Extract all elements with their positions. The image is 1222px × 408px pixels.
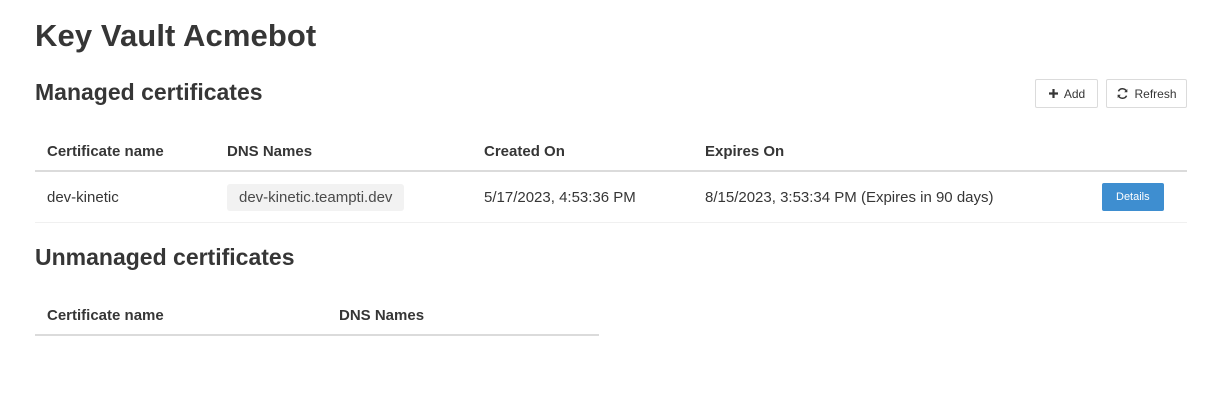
managed-certificates-table: Certificate name DNS Names Created On Ex… bbox=[35, 132, 1187, 223]
column-header-dns-names: DNS Names bbox=[215, 132, 472, 172]
column-header-certificate-name: Certificate name bbox=[35, 132, 215, 172]
add-button[interactable]: Add bbox=[1035, 79, 1098, 108]
refresh-button[interactable]: Refresh bbox=[1106, 79, 1187, 108]
certificate-name-cell: dev-kinetic bbox=[35, 171, 215, 223]
created-on-cell: 5/17/2023, 4:53:36 PM bbox=[472, 171, 693, 223]
unmanaged-certificates-table: Certificate name DNS Names bbox=[35, 296, 599, 336]
plus-icon bbox=[1048, 88, 1059, 99]
column-header-created-on: Created On bbox=[472, 132, 693, 172]
actions-cell: Details bbox=[1082, 171, 1187, 223]
page-title: Key Vault Acmebot bbox=[35, 18, 317, 53]
column-header-actions bbox=[1082, 132, 1187, 172]
managed-certificates-title: Managed certificates bbox=[35, 79, 263, 105]
column-header-certificate-name: Certificate name bbox=[35, 296, 327, 336]
page: Key Vault Acmebot Managed certificates A… bbox=[0, 0, 1222, 408]
table-header-row: Certificate name DNS Names Created On Ex… bbox=[35, 132, 1187, 172]
refresh-button-label: Refresh bbox=[1134, 86, 1177, 101]
unmanaged-certificates-title: Unmanaged certificates bbox=[35, 244, 295, 270]
refresh-icon bbox=[1116, 87, 1129, 100]
table-row: dev-kinetic dev-kinetic.teampti.dev 5/17… bbox=[35, 171, 1187, 223]
add-button-label: Add bbox=[1063, 86, 1086, 101]
details-button[interactable]: Details bbox=[1102, 183, 1164, 211]
table-header-row: Certificate name DNS Names bbox=[35, 296, 599, 336]
expires-on-cell: 8/15/2023, 3:53:34 PM (Expires in 90 day… bbox=[693, 171, 1082, 223]
dns-name-tag: dev-kinetic.teampti.dev bbox=[227, 183, 405, 211]
column-header-dns-names: DNS Names bbox=[327, 296, 599, 336]
dns-names-cell: dev-kinetic.teampti.dev bbox=[215, 171, 472, 223]
column-header-expires-on: Expires On bbox=[693, 132, 1082, 172]
